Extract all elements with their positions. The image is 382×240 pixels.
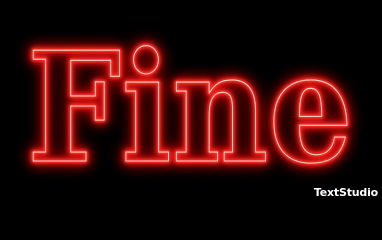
logo-canvas: Fine Fine Fine Fine TextStudio — [0, 0, 382, 202]
watermark-text: TextStudio — [313, 186, 378, 199]
logo-word-core: Fine — [27, 18, 353, 197]
neon-logo-art: Fine Fine Fine Fine — [23, 14, 358, 202]
